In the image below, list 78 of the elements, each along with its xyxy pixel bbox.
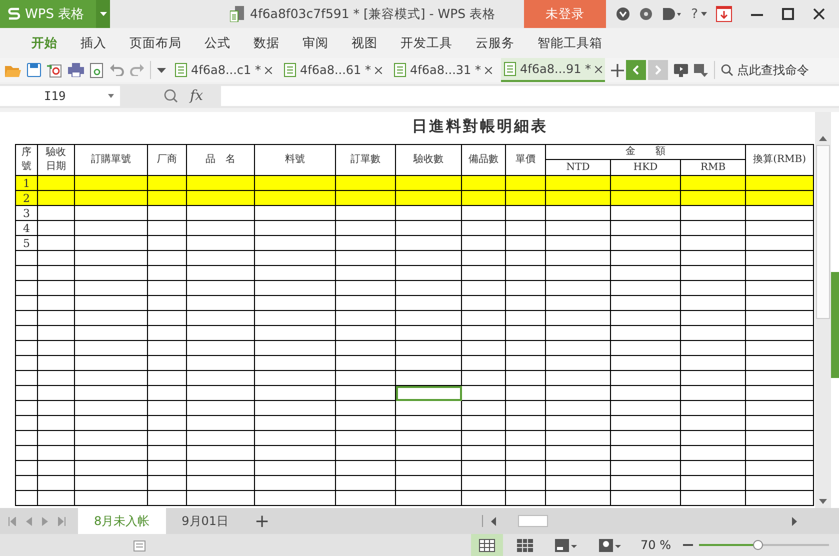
- spreadsheet-icon: [284, 63, 296, 77]
- menu-tab[interactable]: 智能工具箱: [526, 34, 614, 52]
- scroll-right-icon[interactable]: [792, 516, 797, 526]
- slider-thumb[interactable]: [752, 540, 762, 550]
- menu-tab[interactable]: 开始: [20, 34, 69, 52]
- zoom-slider[interactable]: [699, 540, 829, 550]
- row-number-cell: 5: [16, 236, 38, 250]
- column-header: 序號: [16, 144, 38, 176]
- close-icon[interactable]: [813, 8, 825, 20]
- column-header: 換算(RMB): [746, 144, 814, 176]
- document-tab[interactable]: 4f6a8...61 *: [280, 58, 385, 82]
- document-tab[interactable]: 4f6a8...91 *: [501, 58, 606, 82]
- caret-icon[interactable]: [157, 68, 166, 72]
- chevron-right-icon: [655, 65, 662, 75]
- function-button[interactable]: fx: [190, 88, 204, 104]
- sheet-list-icon[interactable]: [132, 538, 146, 552]
- caret-icon: [100, 12, 106, 16]
- sheet-title: 日進料對帳明細表: [411, 116, 549, 137]
- undo-icon[interactable]: [110, 64, 124, 76]
- normal-view-button[interactable]: [470, 534, 502, 556]
- layout-icon: [554, 538, 576, 552]
- document-icon: [230, 6, 244, 22]
- add-sheet-button[interactable]: +: [244, 510, 280, 532]
- scroll-down-icon[interactable]: [819, 499, 827, 504]
- grid-icon: [478, 538, 494, 552]
- document-tab[interactable]: 4f6a8...31 *: [391, 58, 496, 82]
- caret-icon: [108, 94, 114, 98]
- formula-field[interactable]: [221, 86, 839, 106]
- add-icon[interactable]: [611, 64, 624, 76]
- previous-button[interactable]: [626, 60, 646, 80]
- row-number-cell: 1: [16, 176, 38, 190]
- menu-tab[interactable]: 数据: [242, 34, 291, 52]
- sheet-tab[interactable]: 8月未入帐: [78, 508, 166, 534]
- zoom-icon[interactable]: [164, 89, 178, 103]
- document-tab[interactable]: 4f6a8...c1 *: [172, 58, 275, 82]
- close-icon[interactable]: [485, 66, 492, 74]
- caret-icon[interactable]: [701, 12, 707, 16]
- row-number-cell: 2: [16, 190, 38, 206]
- print-preview-icon[interactable]: [90, 62, 104, 78]
- menu-tab[interactable]: 审阅: [291, 34, 340, 52]
- page-grid-icon: [516, 538, 532, 552]
- name-box[interactable]: I19: [0, 86, 120, 106]
- scroll-thumb[interactable]: [518, 515, 548, 527]
- scroll-left-icon[interactable]: [491, 516, 496, 526]
- spreadsheet-icon: [175, 63, 187, 77]
- menu-tab[interactable]: 插入: [69, 34, 118, 52]
- spreadsheet-icon: [394, 63, 406, 77]
- s-logo-icon: [8, 7, 20, 21]
- menu-tab[interactable]: 视图: [340, 34, 389, 52]
- command-search[interactable]: 点此查找命令: [721, 62, 810, 78]
- row-number-cell: 3: [16, 206, 38, 220]
- download-icon[interactable]: [716, 6, 732, 22]
- menu-tab[interactable]: 开发工具: [389, 34, 464, 52]
- close-icon[interactable]: [375, 66, 382, 74]
- zoom-level: 70 %: [640, 538, 671, 552]
- close-icon[interactable]: [264, 66, 272, 74]
- menu-tab[interactable]: 云服务: [464, 34, 526, 52]
- vertical-scrollbar[interactable]: [815, 112, 831, 508]
- column-group-header: 金 額: [546, 144, 746, 160]
- scroll-thumb[interactable]: [816, 145, 830, 319]
- spreadsheet-icon: [504, 62, 516, 76]
- maximize-icon[interactable]: [782, 8, 794, 20]
- help-button[interactable]: ?: [691, 6, 698, 22]
- print-icon[interactable]: [68, 63, 84, 77]
- monitor-icon[interactable]: [674, 64, 688, 76]
- row-number-cell: 4: [16, 220, 38, 236]
- selected-cell[interactable]: [396, 386, 462, 400]
- sheet-tab[interactable]: 9月01日: [166, 508, 245, 534]
- search-icon: [721, 64, 734, 76]
- chevron-left-icon: [633, 65, 640, 75]
- close-icon[interactable]: [595, 66, 602, 72]
- window-title: 4f6a8f03c7f591 * [兼容模式] - WPS 表格: [250, 6, 496, 22]
- side-panel-handle[interactable]: [831, 272, 839, 378]
- save-icon[interactable]: [27, 63, 41, 77]
- bulb-icon: [598, 538, 620, 552]
- menu-tab[interactable]: 公式: [193, 34, 242, 52]
- menu-tab[interactable]: 页面布局: [118, 34, 193, 52]
- scroll-up-icon[interactable]: [819, 136, 827, 141]
